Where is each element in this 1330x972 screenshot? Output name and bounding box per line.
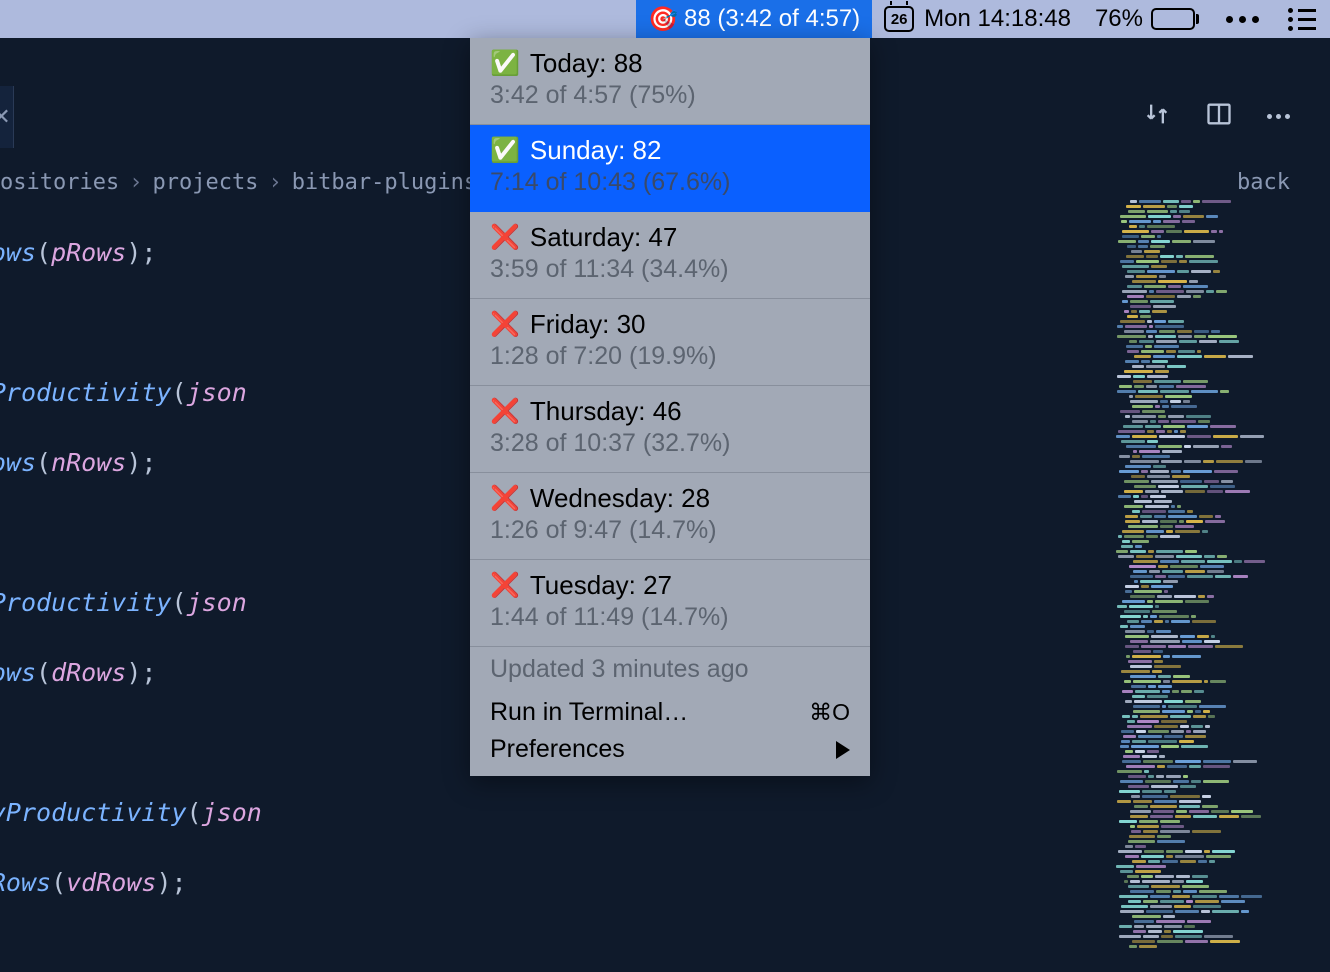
titlebar-icons — [1143, 100, 1290, 133]
editor-tab-close[interactable]: ✕ — [0, 86, 14, 148]
bitbar-dropdown: ✅ Today: 883:42 of 4:57 (75%) ✅ Sunday: 827… — [470, 38, 870, 776]
minimap[interactable] — [1114, 200, 1312, 972]
dropdown-entry-detail: 3:42 of 4:57 (75%) — [490, 81, 850, 110]
dropdown-day-entry[interactable]: ❌ Thursday: 463:28 of 10:37 (32.7%) — [470, 386, 870, 473]
notification-center-icon[interactable] — [1274, 8, 1330, 31]
dropdown-day-entry[interactable]: ❌ Wednesday: 281:26 of 9:47 (14.7%) — [470, 473, 870, 560]
dropdown-entry-title: Tuesday: 27 — [530, 570, 672, 601]
breadcrumb-segment[interactable]: projects — [152, 170, 258, 195]
dropdown-day-entry[interactable]: ❌ Saturday: 473:59 of 11:34 (34.4%) — [470, 212, 870, 299]
battery-percent: 76% — [1095, 5, 1143, 33]
breadcrumb-segment[interactable]: bitbar-plugins — [292, 170, 477, 195]
target-icon: 🎯 — [648, 5, 678, 34]
dropdown-entry-title: Today: 88 — [530, 48, 643, 79]
breadcrumb-segment[interactable]: back — [1237, 170, 1290, 195]
run-terminal-shortcut: ⌘O — [809, 699, 850, 726]
battery-status-item[interactable]: 76% — [1083, 0, 1211, 38]
dropdown-day-entry[interactable]: ✅ Sunday: 827:14 of 10:43 (67.6%) — [470, 125, 870, 212]
dropdown-entry-title: Thursday: 46 — [530, 396, 682, 427]
dropdown-entry-detail: 7:14 of 10:43 (67.6%) — [490, 168, 850, 197]
compare-changes-icon[interactable] — [1143, 100, 1171, 133]
more-actions-icon[interactable] — [1267, 100, 1290, 133]
dropdown-entry-title: Wednesday: 28 — [530, 483, 710, 514]
preferences-label: Preferences — [490, 735, 625, 764]
submenu-arrow-icon — [836, 741, 850, 759]
chevron-right-icon: › — [129, 170, 142, 195]
overflow-menu-icon[interactable] — [1211, 0, 1274, 38]
split-editor-icon[interactable] — [1205, 100, 1233, 133]
system-menubar: 🎯 88 (3:42 of 4:57) 26 Mon 14:18:48 76% — [0, 0, 1330, 38]
cross-icon: ❌ — [490, 397, 520, 426]
calendar-icon: 26 — [884, 6, 914, 32]
dropdown-day-entry[interactable]: ❌ Tuesday: 271:44 of 11:49 (14.7%) — [470, 560, 870, 647]
cross-icon: ❌ — [490, 310, 520, 339]
check-icon: ✅ — [490, 136, 520, 165]
battery-icon — [1151, 8, 1199, 30]
dropdown-updated-text: Updated 3 minutes ago — [470, 647, 870, 694]
chevron-right-icon: › — [268, 170, 281, 195]
dropdown-run-terminal[interactable]: Run in Terminal… ⌘O — [470, 694, 870, 731]
cross-icon: ❌ — [490, 571, 520, 600]
clock-text: Mon 14:18:48 — [924, 5, 1071, 33]
cross-icon: ❌ — [490, 223, 520, 252]
cross-icon: ❌ — [490, 484, 520, 513]
dropdown-entry-detail: 3:28 of 10:37 (32.7%) — [490, 429, 850, 458]
dropdown-day-entry[interactable]: ❌ Friday: 301:28 of 7:20 (19.9%) — [470, 299, 870, 386]
dropdown-preferences[interactable]: Preferences — [470, 731, 870, 776]
dropdown-entry-detail: 1:44 of 11:49 (14.7%) — [490, 603, 850, 632]
dropdown-entry-detail: 1:26 of 9:47 (14.7%) — [490, 516, 850, 545]
dropdown-entry-title: Sunday: 82 — [530, 135, 662, 166]
calendar-status-item[interactable]: 26 Mon 14:18:48 — [872, 0, 1083, 38]
check-icon: ✅ — [490, 49, 520, 78]
bitbar-status-text: 88 (3:42 of 4:57) — [684, 5, 860, 33]
dropdown-entry-detail: 1:28 of 7:20 (19.9%) — [490, 342, 850, 371]
run-terminal-label: Run in Terminal… — [490, 698, 688, 727]
bitbar-status-item[interactable]: 🎯 88 (3:42 of 4:57) — [636, 0, 872, 38]
dropdown-entry-detail: 3:59 of 11:34 (34.4%) — [490, 255, 850, 284]
dropdown-entry-title: Saturday: 47 — [530, 222, 677, 253]
dropdown-entry-title: Friday: 30 — [530, 309, 646, 340]
dropdown-day-entry[interactable]: ✅ Today: 883:42 of 4:57 (75%) — [470, 38, 870, 125]
breadcrumb-segment[interactable]: ositories — [0, 170, 119, 195]
